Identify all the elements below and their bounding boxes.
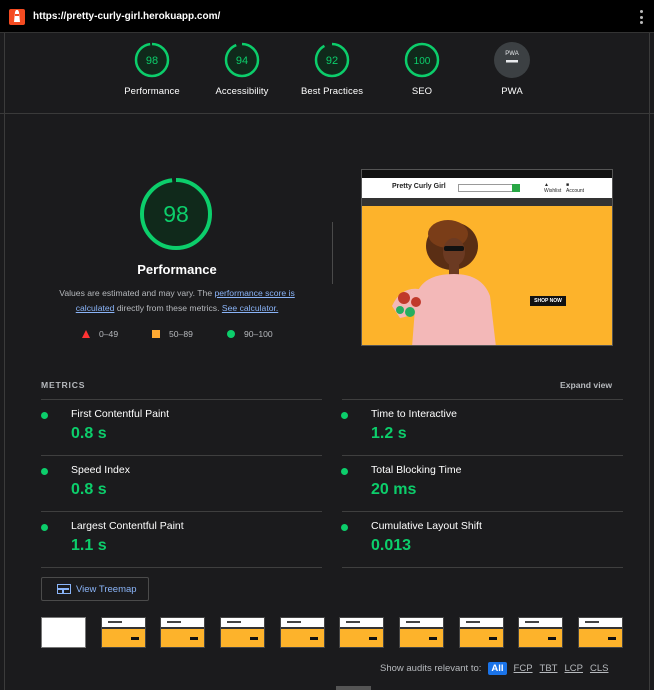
more-vert-icon[interactable]: [638, 10, 644, 24]
filter-chip-all[interactable]: All: [488, 662, 507, 675]
pass-icon: [41, 524, 48, 531]
divider: [342, 567, 623, 568]
pass-icon: [41, 468, 48, 475]
page-url: https://pretty-curly-girl.herokuapp.com/: [33, 11, 221, 22]
divider: [41, 567, 322, 568]
audit-filter: Show audits relevant to: All FCP TBT LCP…: [380, 662, 608, 675]
performance-score: 98: [146, 55, 158, 67]
square-icon: [152, 330, 160, 338]
category-score-bar: 98 Performance 94 Accessibility 92 Best …: [0, 33, 654, 114]
best-practices-score: 92: [326, 55, 338, 67]
divider: [41, 511, 322, 512]
divider: [332, 222, 333, 284]
category-pwa[interactable]: PWA PWA: [464, 42, 560, 97]
pass-icon: [341, 412, 348, 419]
filmstrip-frame: [101, 617, 146, 648]
category-label: SEO: [411, 86, 433, 97]
see-calculator-link[interactable]: See calculator.: [222, 303, 278, 313]
filmstrip-frame: [399, 617, 444, 648]
circle-icon: [227, 330, 235, 338]
model-photo: [392, 220, 496, 345]
performance-title: Performance: [137, 262, 217, 277]
audit-filter-label: Show audits relevant to:: [380, 663, 482, 674]
accessibility-score: 94: [236, 55, 248, 67]
best-practices-gauge: 92: [314, 42, 350, 78]
pass-icon: [41, 412, 48, 419]
triangle-icon: [82, 330, 90, 338]
legend-average: 50–89: [152, 329, 193, 339]
divider: [342, 511, 623, 512]
account-icon: ■ Account: [566, 182, 585, 194]
lighthouse-icon: [9, 9, 25, 25]
legend-fail: 0–49: [82, 329, 118, 339]
filter-chip-tbt[interactable]: TBT: [540, 663, 558, 674]
filter-chip-lcp[interactable]: LCP: [565, 663, 583, 674]
expand-view-toggle[interactable]: Expand view: [560, 380, 612, 390]
divider: [41, 455, 322, 456]
filmstrip-frame: [518, 617, 563, 648]
view-treemap-button[interactable]: View Treemap: [41, 577, 149, 601]
seo-score: 100: [414, 56, 431, 67]
performance-gauge: 98: [134, 42, 170, 78]
pwa-badge-icon: PWA: [494, 42, 530, 78]
performance-big-score: 98: [163, 201, 189, 227]
treemap-icon: [57, 584, 71, 594]
svg-text:PWA: PWA: [505, 51, 518, 57]
wishlist-icon: ▲ Wishlist: [544, 182, 562, 194]
screenshot-brand: Pretty Curly Girl: [392, 183, 446, 190]
hero-image: SHOP NOW: [362, 206, 612, 345]
metrics-heading: METRICS: [41, 380, 86, 390]
category-performance[interactable]: 98 Performance: [104, 42, 200, 97]
category-label: PWA: [501, 86, 523, 97]
performance-big-gauge: 98: [140, 178, 212, 250]
divider: [342, 455, 623, 456]
legend-pass: 90–100: [227, 329, 273, 339]
filter-chip-fcp[interactable]: FCP: [514, 663, 533, 674]
filmstrip-frame: [280, 617, 325, 648]
divider: [342, 399, 623, 400]
category-label: Best Practices: [300, 86, 364, 97]
filmstrip-frame: [220, 617, 265, 648]
accessibility-gauge: 94: [224, 42, 260, 78]
filmstrip-frame: [578, 617, 623, 648]
filter-chip-cls[interactable]: CLS: [590, 663, 608, 674]
filmstrip-frame: [41, 617, 86, 648]
pass-icon: [341, 468, 348, 475]
seo-gauge: 100: [404, 42, 440, 78]
performance-description: Values are estimated and may vary. The p…: [59, 288, 295, 313]
pass-icon: [341, 524, 348, 531]
scrollbar[interactable]: [336, 686, 371, 690]
category-seo[interactable]: 100 SEO: [374, 42, 470, 97]
category-best-practices[interactable]: 92 Best Practices: [284, 42, 380, 97]
url-bar: https://pretty-curly-girl.herokuapp.com/: [0, 0, 654, 33]
final-screenshot[interactable]: Pretty Curly Girl ▲ Wishlist ■ Account SHO…: [361, 169, 613, 346]
filmstrip-frame: [160, 617, 205, 648]
filmstrip-frame: [339, 617, 384, 648]
category-label: Accessibility: [215, 86, 269, 97]
category-accessibility[interactable]: 94 Accessibility: [194, 42, 290, 97]
shop-now-button: SHOP NOW: [530, 296, 566, 306]
category-label: Performance: [124, 86, 180, 97]
filmstrip-frame: [459, 617, 504, 648]
divider: [41, 399, 322, 400]
